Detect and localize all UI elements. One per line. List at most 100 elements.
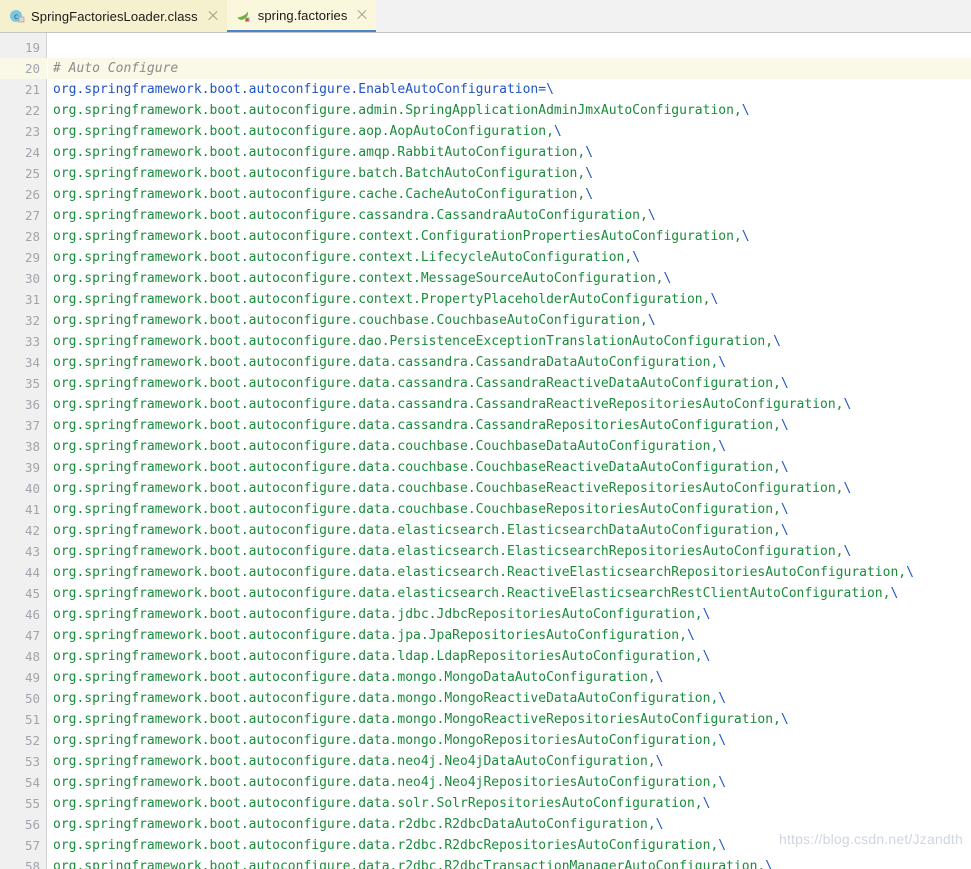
code-line[interactable]: org.springframework.boot.autoconfigure.d… (48, 604, 710, 625)
line-number: 50 (24, 691, 40, 706)
code-line[interactable]: org.springframework.boot.autoconfigure.d… (48, 709, 789, 730)
code-token-cont: \ (655, 754, 664, 769)
code-line[interactable]: org.springframework.boot.autoconfigure.d… (48, 625, 695, 646)
code-token-value: org.springframework.boot.autoconfigure.d… (53, 859, 766, 869)
code-token-value: org.springframework.boot.autoconfigure.d… (53, 376, 781, 391)
code-line[interactable]: org.springframework.boot.autoconfigure.d… (48, 688, 726, 709)
code-line[interactable]: org.springframework.boot.autoconfigure.d… (48, 814, 663, 835)
line-number: 44 (24, 565, 40, 580)
code-line[interactable]: org.springframework.boot.autoconfigure.a… (48, 100, 750, 121)
code-line[interactable]: org.springframework.boot.autoconfigure.d… (48, 415, 789, 436)
line-number: 22 (24, 103, 40, 118)
code-token-cont: \ (710, 292, 719, 307)
line-number: 53 (24, 754, 40, 769)
code-line[interactable]: org.springframework.boot.autoconfigure.d… (48, 646, 710, 667)
code-token-value: org.springframework.boot.autoconfigure.a… (53, 103, 742, 118)
editor-tab-label: SpringFactoriesLoader.class (31, 8, 198, 24)
code-line[interactable]: org.springframework.boot.autoconfigure.d… (48, 541, 851, 562)
code-token-cont: \ (702, 649, 711, 664)
code-line[interactable]: org.springframework.boot.autoconfigure.d… (48, 583, 898, 604)
line-number: 19 (24, 40, 40, 55)
code-line[interactable]: org.springframework.boot.autoconfigure.d… (48, 730, 726, 751)
code-token-cont: \ (718, 838, 727, 853)
close-icon[interactable] (356, 9, 368, 21)
code-content[interactable]: # Auto Configure org.springframework.boot… (48, 33, 971, 869)
code-line[interactable]: org.springframework.boot.autoconfigure.d… (48, 667, 663, 688)
code-token-cont: \ (686, 628, 695, 643)
code-token-cont: \ (780, 523, 789, 538)
code-line[interactable]: org.springframework.boot.autoconfigure.c… (48, 226, 750, 247)
code-line[interactable]: org.springframework.boot.autoconfigure.d… (48, 499, 789, 520)
code-line[interactable]: org.springframework.boot.autoconfigure.d… (48, 457, 789, 478)
editor-tab-inactive[interactable]: c SpringFactoriesLoader.class (0, 0, 227, 32)
code-line[interactable]: # Auto Configure (48, 58, 178, 79)
code-token-value: org.springframework.boot.autoconfigure.d… (53, 460, 781, 475)
code-line[interactable]: org.springframework.boot.autoconfigure.d… (48, 520, 789, 541)
code-token-value: org.springframework.boot.autoconfigure.d… (53, 565, 907, 580)
editor-tab-active[interactable]: spring.factories (226, 0, 377, 32)
code-token-value: org.springframework.boot.autoconfigure.b… (53, 166, 586, 181)
code-token-value: org.springframework.boot.autoconfigure.d… (53, 649, 703, 664)
line-number: 25 (24, 166, 40, 181)
line-number: 26 (24, 187, 40, 202)
line-number: 47 (24, 628, 40, 643)
java-class-icon: c (9, 8, 25, 24)
code-token-cont: \ (773, 334, 781, 349)
code-token-cont: \ (780, 418, 789, 433)
code-token-value: org.springframework.boot.autoconfigure.a… (53, 145, 586, 160)
code-line[interactable]: org.springframework.boot.autoconfigure.c… (48, 289, 718, 310)
code-line[interactable]: org.springframework.boot.autoconfigure.d… (48, 373, 789, 394)
code-token-value: org.springframework.boot.autoconfigure.c… (53, 250, 633, 265)
code-line[interactable]: org.springframework.boot.autoconfigure.d… (48, 772, 726, 793)
code-line[interactable]: org.springframework.boot.autoconfigure.c… (48, 268, 671, 289)
code-token-value: org.springframework.boot.autoconfigure.c… (53, 229, 742, 244)
line-number: 27 (24, 208, 40, 223)
code-token-cont: \ (585, 166, 594, 181)
code-line[interactable] (48, 37, 53, 58)
code-line[interactable]: org.springframework.boot.autoconfigure.d… (48, 331, 781, 352)
code-line[interactable]: org.springframework.boot.autoconfigure.c… (48, 184, 593, 205)
editor-tab-label: spring.factories (257, 7, 348, 23)
code-line[interactable]: org.springframework.boot.autoconfigure.d… (48, 835, 726, 856)
code-token-value: org.springframework.boot.autoconfigure.d… (53, 523, 781, 538)
editor-window: c SpringFactoriesLoader.class spring.facto… (0, 0, 971, 869)
code-token-cont: \ (843, 544, 852, 559)
code-line[interactable]: org.springframework.boot.autoconfigure.d… (48, 478, 851, 499)
code-editor[interactable]: # Auto Configure org.springframework.boot… (0, 33, 971, 869)
code-line[interactable]: org.springframework.boot.autoconfigure.d… (48, 793, 710, 814)
line-number: 30 (24, 271, 40, 286)
code-line[interactable]: org.springframework.boot.autoconfigure.d… (48, 394, 851, 415)
code-token-value: org.springframework.boot.autoconfigure.d… (53, 397, 844, 412)
code-line[interactable]: org.springframework.boot.autoconfigure.d… (48, 436, 726, 457)
code-token-value: org.springframework.boot.autoconfigure.d… (53, 817, 656, 832)
code-line[interactable]: org.springframework.boot.autoconfigure.d… (48, 856, 773, 869)
code-token-value: org.springframework.boot.autoconfigure.d… (53, 334, 774, 349)
code-line[interactable]: org.springframework.boot.autoconfigure.c… (48, 310, 656, 331)
code-token-value: org.springframework.boot.autoconfigure.d… (53, 775, 719, 790)
code-token-value: org.springframework.boot.autoconfigure.d… (53, 838, 719, 853)
line-number: 33 (24, 334, 40, 349)
line-number: 55 (24, 796, 40, 811)
code-token-cont: \ (765, 859, 774, 869)
code-token-value: org.springframework.boot.autoconfigure.c… (53, 292, 711, 307)
line-number: 23 (24, 124, 40, 139)
code-line[interactable]: org.springframework.boot.autoconfigure.c… (48, 205, 656, 226)
code-line[interactable]: org.springframework.boot.autoconfigure.a… (48, 121, 562, 142)
code-line[interactable]: org.springframework.boot.autoconfigure.c… (48, 247, 640, 268)
code-token-cont: \ (718, 691, 727, 706)
code-line[interactable]: org.springframework.boot.autoconfigure.d… (48, 352, 726, 373)
code-token-value: org.springframework.boot.autoconfigure.c… (53, 187, 586, 202)
code-token-value: org.springframework.boot.autoconfigure.d… (53, 418, 781, 433)
code-line[interactable]: org.springframework.boot.autoconfigure.d… (48, 562, 914, 583)
code-token-cont: \ (702, 796, 711, 811)
close-icon[interactable] (207, 10, 219, 22)
code-token-value: org.springframework.boot.autoconfigure.d… (53, 481, 844, 496)
code-line[interactable]: org.springframework.boot.autoconfigure.a… (48, 142, 593, 163)
code-line[interactable]: org.springframework.boot.autoconfigure.E… (48, 79, 554, 100)
code-token-cont: \ (843, 397, 852, 412)
code-token-value: org.springframework.boot.autoconfigure.c… (53, 271, 664, 286)
line-number: 42 (24, 523, 40, 538)
code-line[interactable]: org.springframework.boot.autoconfigure.b… (48, 163, 593, 184)
code-token-cont: \ (632, 250, 641, 265)
code-line[interactable]: org.springframework.boot.autoconfigure.d… (48, 751, 663, 772)
